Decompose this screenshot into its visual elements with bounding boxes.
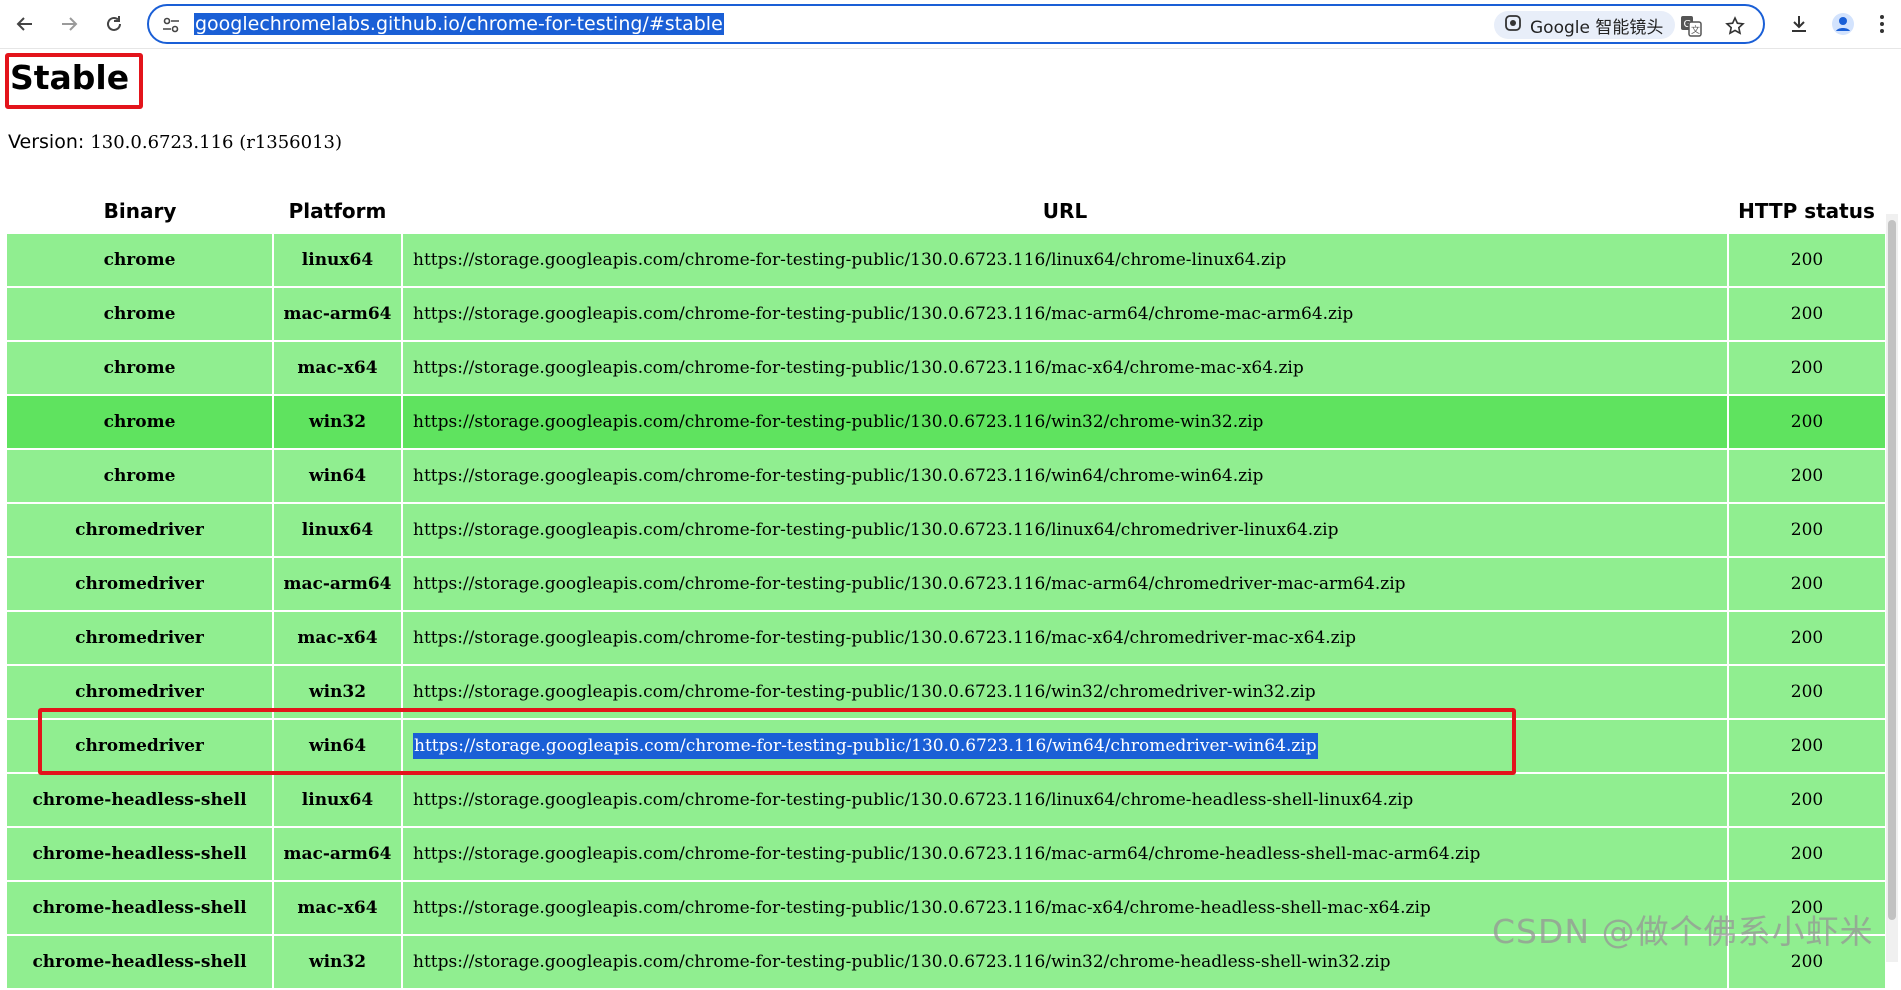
platform-cell: linux64	[273, 234, 403, 288]
annotation-box-win64-row	[38, 708, 1516, 775]
status-cell: 200	[1728, 503, 1885, 558]
download-icon[interactable]	[1784, 10, 1814, 38]
binary-cell: chrome-headless-shell	[7, 827, 274, 882]
platform-cell: win32	[273, 935, 403, 990]
url-link[interactable]: https://storage.googleapis.com/chrome-fo…	[402, 503, 1729, 558]
status-cell: 200	[1728, 611, 1885, 666]
browser-toolbar: googlechromelabs.github.io/chrome-for-te…	[0, 0, 1901, 49]
url-link[interactable]: https://storage.googleapis.com/chrome-fo…	[402, 395, 1729, 450]
google-lens-button[interactable]: Google 智能镜头	[1494, 11, 1676, 39]
profile-avatar-icon[interactable]	[1828, 10, 1858, 38]
table-row-hovered: chrome win32 https://storage.googleapis.…	[7, 395, 1885, 450]
forward-arrow-icon[interactable]	[55, 10, 83, 38]
status-cell: 200	[1728, 234, 1885, 288]
page-scrollbar-thumb[interactable]	[1888, 220, 1896, 920]
header-binary: Binary	[7, 187, 273, 234]
platform-cell: mac-x64	[273, 341, 403, 396]
platform-cell: linux64	[273, 773, 403, 828]
back-arrow-icon[interactable]	[11, 10, 39, 38]
platform-cell: mac-arm64	[273, 557, 403, 612]
version-line: Version: 130.0.6723.116 (r1356013)	[8, 131, 342, 153]
binary-cell: chrome-headless-shell	[7, 773, 274, 828]
platform-cell: mac-arm64	[273, 287, 403, 342]
version-label: Version:	[8, 131, 85, 153]
bookmark-star-icon[interactable]	[1723, 14, 1747, 38]
url-link[interactable]: https://storage.googleapis.com/chrome-fo…	[402, 773, 1729, 828]
svg-text:文: 文	[1691, 24, 1700, 36]
header-url: URL	[402, 187, 1728, 234]
table-row: chromedriver mac-x64 https://storage.goo…	[7, 611, 1885, 666]
platform-cell: mac-arm64	[273, 827, 403, 882]
binary-cell: chrome	[7, 234, 274, 288]
status-cell: 200	[1728, 773, 1885, 828]
table-row: chromedriver linux64 https://storage.goo…	[7, 503, 1885, 558]
binary-cell: chromedriver	[7, 503, 274, 558]
header-http-status: HTTP status	[1728, 187, 1885, 234]
binary-cell: chrome	[7, 449, 274, 504]
status-cell: 200	[1728, 719, 1885, 774]
platform-cell: linux64	[273, 503, 403, 558]
lens-icon	[1504, 14, 1522, 37]
downloads-table: Binary Platform URL HTTP status chrome l…	[7, 187, 1885, 990]
url-link[interactable]: https://storage.googleapis.com/chrome-fo…	[402, 287, 1729, 342]
menu-kebab-icon[interactable]	[1872, 10, 1892, 38]
platform-cell: mac-x64	[273, 611, 403, 666]
status-cell: 200	[1728, 827, 1885, 882]
version-value: 130.0.6723.116 (r1356013)	[90, 132, 343, 153]
url-link[interactable]: https://storage.googleapis.com/chrome-fo…	[402, 341, 1729, 396]
watermark-text: CSDN @做个佛系小虾米	[1492, 912, 1874, 951]
status-cell: 200	[1728, 449, 1885, 504]
table-row: chromedriver mac-arm64 https://storage.g…	[7, 557, 1885, 612]
binary-cell: chrome-headless-shell	[7, 935, 274, 990]
translate-icon[interactable]: G文	[1679, 14, 1703, 38]
table-row: chrome win64 https://storage.googleapis.…	[7, 449, 1885, 504]
url-link[interactable]: https://storage.googleapis.com/chrome-fo…	[402, 234, 1729, 288]
status-cell: 200	[1728, 665, 1885, 720]
status-cell: 200	[1728, 395, 1885, 450]
url-link[interactable]: https://storage.googleapis.com/chrome-fo…	[402, 611, 1729, 666]
status-cell: 200	[1728, 341, 1885, 396]
binary-cell: chrome	[7, 395, 274, 450]
binary-cell: chromedriver	[7, 611, 274, 666]
binary-cell: chrome	[7, 341, 274, 396]
url-text[interactable]: googlechromelabs.github.io/chrome-for-te…	[194, 13, 724, 35]
annotation-box-title	[5, 53, 143, 109]
table-row: chrome mac-arm64 https://storage.googlea…	[7, 287, 1885, 342]
reload-icon[interactable]	[100, 10, 128, 38]
table-row: chrome-headless-shell mac-arm64 https://…	[7, 827, 1885, 882]
platform-cell: win32	[273, 395, 403, 450]
status-cell: 200	[1728, 557, 1885, 612]
table-row: chrome linux64 https://storage.googleapi…	[7, 234, 1885, 288]
binary-cell: chrome	[7, 287, 274, 342]
table-header-row: Binary Platform URL HTTP status	[7, 187, 1885, 234]
table-row: chrome-headless-shell linux64 https://st…	[7, 773, 1885, 828]
lens-label: Google 智能镜头	[1530, 17, 1664, 38]
status-cell: 200	[1728, 287, 1885, 342]
binary-cell: chromedriver	[7, 557, 274, 612]
url-link[interactable]: https://storage.googleapis.com/chrome-fo…	[402, 449, 1729, 504]
site-settings-icon[interactable]	[161, 15, 181, 35]
table-row: chrome mac-x64 https://storage.googleapi…	[7, 341, 1885, 396]
platform-cell: win64	[273, 449, 403, 504]
url-link[interactable]: https://storage.googleapis.com/chrome-fo…	[402, 557, 1729, 612]
address-bar[interactable]: googlechromelabs.github.io/chrome-for-te…	[147, 4, 1765, 44]
binary-cell: chrome-headless-shell	[7, 881, 274, 936]
platform-cell: mac-x64	[273, 881, 403, 936]
url-link[interactable]: https://storage.googleapis.com/chrome-fo…	[402, 827, 1729, 882]
header-platform: Platform	[273, 187, 402, 234]
